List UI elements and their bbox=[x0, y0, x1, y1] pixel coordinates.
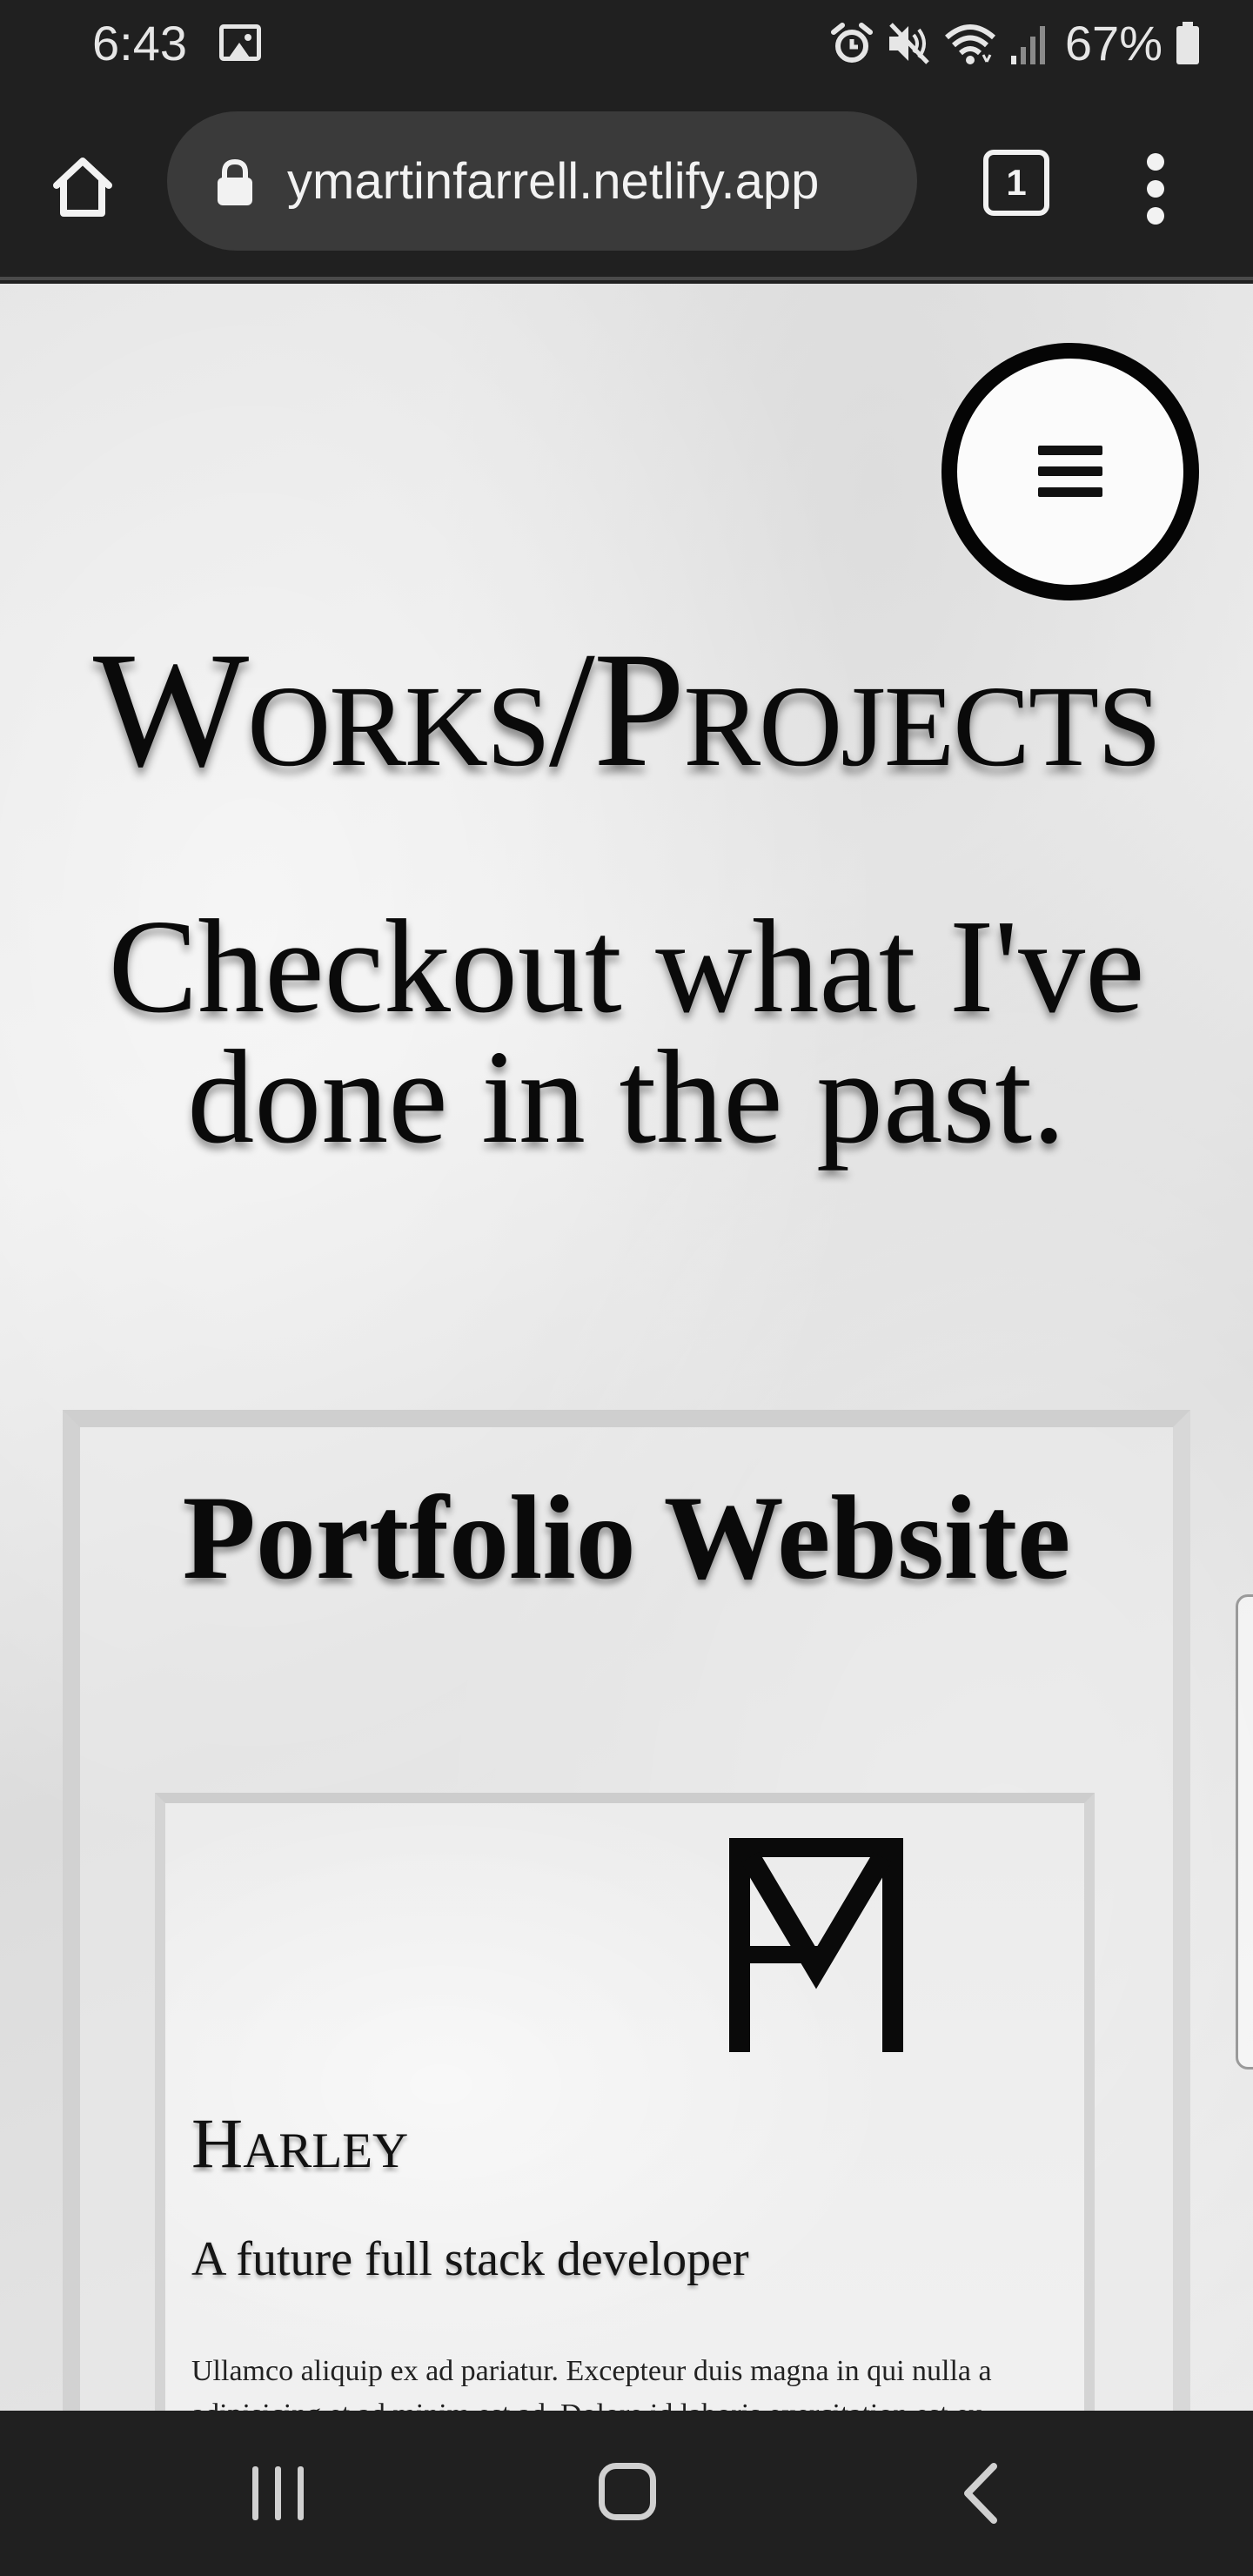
tab-switcher-button[interactable]: 1 bbox=[983, 150, 1049, 216]
preview-name: Harley bbox=[191, 2103, 409, 2183]
browser-home-button[interactable] bbox=[44, 148, 122, 226]
lock-icon bbox=[218, 158, 252, 205]
page-title: Works/Projects bbox=[92, 619, 1162, 802]
address-bar[interactable]: ymartinfarrell.netlify.app bbox=[167, 111, 917, 251]
home-icon[interactable] bbox=[599, 2463, 656, 2520]
project-title: Portfolio Website bbox=[182, 1471, 1071, 1604]
project-card[interactable]: Portfolio Website Harley A future full s… bbox=[63, 1410, 1190, 2411]
preview-tagline: A future full stack developer bbox=[191, 2232, 749, 2286]
page-subtitle: Checkout what I've done in the past. bbox=[108, 893, 1145, 1171]
url-text: ymartinfarrell.netlify.app bbox=[287, 153, 820, 210]
system-navigation-bar bbox=[0, 2411, 1253, 2576]
battery-icon bbox=[1176, 22, 1199, 64]
status-bar: 6:43 67% bbox=[0, 0, 1253, 87]
recents-icon[interactable] bbox=[245, 2463, 312, 2524]
status-time: 6:43 bbox=[92, 16, 187, 70]
alarm-icon bbox=[830, 23, 873, 63]
scrollbar-handle[interactable] bbox=[1236, 1594, 1253, 2070]
project-preview[interactable]: Harley A future full stack developer Ull… bbox=[155, 1793, 1095, 2411]
menu-button[interactable] bbox=[941, 343, 1199, 600]
home-icon bbox=[53, 158, 112, 217]
mf-monogram-logo bbox=[729, 1838, 903, 2052]
back-icon[interactable] bbox=[955, 2461, 1008, 2526]
more-vert-icon[interactable] bbox=[1138, 150, 1173, 228]
wifi-icon bbox=[944, 24, 995, 64]
gallery-icon bbox=[219, 24, 261, 61]
status-icons: 67% bbox=[830, 12, 1201, 75]
battery-percent: 67% bbox=[1064, 16, 1163, 70]
preview-body-line: Ullamco aliquip ex ad pariatur. Excepteu… bbox=[191, 2355, 992, 2387]
hamburger-icon bbox=[1038, 446, 1102, 498]
signal-icon bbox=[1010, 26, 1045, 64]
web-page: Works/Projects Checkout what I've done i… bbox=[0, 284, 1253, 2411]
preview-body-line: adipisicing et ad minim est ad. Dolore i… bbox=[191, 2393, 1084, 2411]
preview-body: Ullamco aliquip ex ad pariatur. Excepteu… bbox=[191, 2350, 1084, 2411]
mute-icon bbox=[888, 23, 929, 64]
browser-toolbar: ymartinfarrell.netlify.app 1 bbox=[0, 87, 1253, 280]
